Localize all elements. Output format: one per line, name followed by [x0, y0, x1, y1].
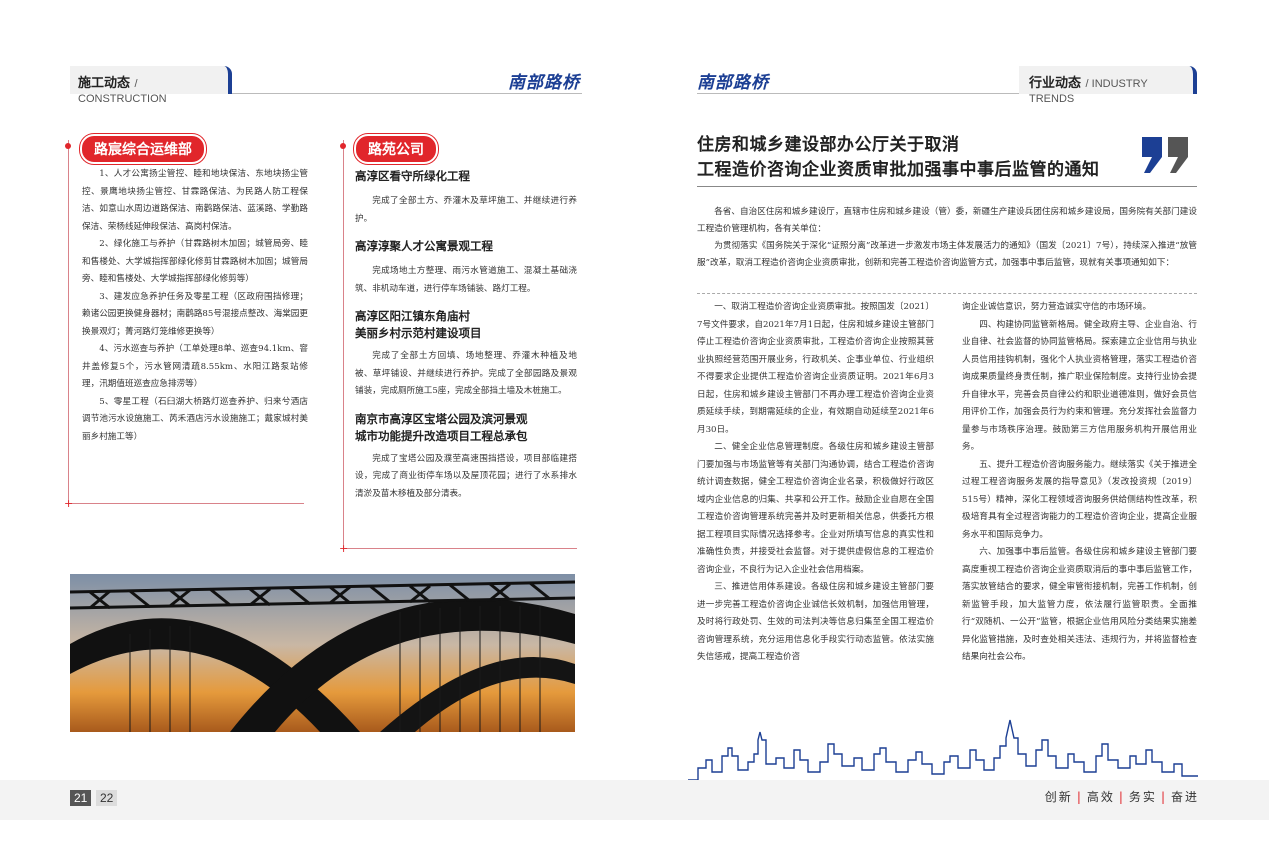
- project-item: 南京市高淳区宝塔公园及滨河景观 城市功能提升改造项目工程总承包 完成了宝塔公园及…: [355, 411, 577, 504]
- project-text: 完成了全部土方、乔灌木及草坪施工、并继续进行养护。: [355, 196, 577, 224]
- project-heading-line2: 美丽乡村示范村建设项目: [355, 326, 482, 340]
- slogan-word: 奋进: [1170, 790, 1199, 804]
- slogan-word: 务实: [1128, 790, 1157, 804]
- project-text: 完成了宝塔公园及濮茔高速围挡搭设，项目部临建搭设，完成了商业街停车场以及屋顶花园…: [355, 453, 577, 499]
- article-paragraph: 六、加强事中事后监管。各级住房和城乡建设主管部门要高度重视工程造价咨询企业资质取…: [962, 547, 1197, 662]
- intro-paragraph: 各省、自治区住房和城乡建设厅，直辖市住房和城乡建设（管）委，新疆生产建设兵团住房…: [697, 207, 1197, 234]
- article-paragraph: 询企业诚信意识，努力营造诚实守信的市场环境。: [962, 302, 1152, 312]
- col1-paragraph: 2、绿化施工与养护（甘霖路树木加固；城管局旁、睦和售楼处、大学城指挥部绿化修剪甘…: [82, 239, 308, 284]
- col1-body: 1、人才公寓扬尘管控、睦和地块保洁、东地块扬尘管控、景鹰地块扬尘管控、甘霖路保洁…: [82, 166, 308, 446]
- col1-dot: [65, 143, 71, 149]
- col2-bottom-rule: [343, 548, 577, 549]
- article-title-rule: [697, 186, 1197, 187]
- col1-bottom-rule: [68, 503, 304, 504]
- col2-plus-mark: +: [339, 542, 349, 555]
- project-text: 完成了全部土方回填、场地整理、乔灌木种植及地被、草坪铺设、并继续进行养护。完成了…: [355, 351, 577, 396]
- quote-mark-icon: [1140, 135, 1192, 175]
- right-header-rule: [697, 93, 1019, 94]
- article-title: 住房和城乡建设部办公厅关于取消 工程造价咨询企业资质审批加强事中事后监管的通知: [697, 133, 1137, 183]
- article-paragraph: 一、取消工程造价咨询企业资质审批。按照国发〔2021〕7号文件要求，自2021年…: [697, 302, 934, 435]
- project-heading: 高淳淳聚人才公寓景观工程: [355, 239, 493, 253]
- article-column-b: 询企业诚信意识，努力营造诚实守信的市场环境。 四、构建协同监管新格局。健全政府主…: [962, 299, 1197, 667]
- col1-paragraph: 3、建发应急养护任务及零星工程（区政府围挡修理；赖诸公园更换健身器材；南鹳路85…: [82, 291, 308, 337]
- article-paragraph: 四、构建协同监管新格局。健全政府主导、企业自治、行业自律、社会监督的协同监管格局…: [962, 319, 1197, 453]
- right-brand-logo: 南部路桥: [697, 73, 769, 93]
- project-text: 完成场地土方整理、雨污水管道施工、混凝土基础浇筑、非机动车道，进行停车场铺装、路…: [355, 266, 577, 294]
- page-number-right: 22: [96, 790, 118, 806]
- project-item: 高淳区看守所绿化工程 完成了全部土方、乔灌木及草坪施工、并继续进行养护。: [355, 168, 577, 228]
- article-paragraph: 二、健全企业信息管理制度。各级住房和城乡建设主管部门要加强与市场监管等有关部门沟…: [697, 442, 934, 575]
- project-item: 高淳淳聚人才公寓景观工程 完成场地土方整理、雨污水管道施工、混凝土基础浇筑、非机…: [355, 238, 577, 298]
- left-brand-logo: 南部路桥: [508, 73, 580, 93]
- col1-timeline: [68, 140, 69, 505]
- col1-paragraph: 4、污水巡查与养护（工单处理8单、巡查94.1km、窨井盖修复5个，污水管网清疏…: [82, 344, 308, 389]
- article-paragraph: 三、推进信用体系建设。各级住房和城乡建设主管部门要进一步完善工程造价咨询企业诚信…: [697, 582, 934, 662]
- col2-section-tag: 路苑公司: [354, 134, 438, 164]
- article-intro: 各省、自治区住房和城乡建设厅，直辖市住房和城乡建设（管）委，新疆生产建设兵团住房…: [697, 204, 1197, 272]
- col1-paragraph: 1、人才公寓扬尘管控、睦和地块保洁、东地块扬尘管控、景鹰地块扬尘管控、甘霖路保洁…: [82, 169, 308, 232]
- article-title-line2: 工程造价咨询企业资质审批加强事中事后监管的通知: [697, 160, 1100, 180]
- project-heading: 高淳区看守所绿化工程: [355, 169, 470, 183]
- bridge-photo: [70, 574, 575, 732]
- col1-plus-mark: +: [64, 497, 74, 510]
- project-heading: 高淳区阳江镇东角庙村: [355, 309, 470, 323]
- project-heading-line2: 城市功能提升改造项目工程总承包: [355, 428, 528, 443]
- project-item: 高淳区阳江镇东角庙村 美丽乡村示范村建设项目 完成了全部土方回填、场地整理、乔灌…: [355, 308, 577, 401]
- right-header-box: 行业动态 / INDUSTRY TRENDS: [1019, 66, 1197, 105]
- col1-paragraph: 5、零星工程（石臼湖大桥路灯巡查养护、归来兮酒店调节池污水设施施工、芮禾酒店污水…: [82, 396, 308, 442]
- article-paragraph: 五、提升工程造价咨询服务能力。继续落实《关于推进全过程工程咨询服务发展的指导意见…: [962, 459, 1197, 540]
- bridge-silhouette: [70, 574, 575, 732]
- project-heading: 南京市高淳区宝塔公园及滨河景观: [355, 411, 528, 426]
- col2-body: 高淳区看守所绿化工程 完成了全部土方、乔灌木及草坪施工、并继续进行养护。 高淳淳…: [355, 168, 577, 503]
- col1-section-tag: 路宸综合运维部: [80, 134, 206, 164]
- left-header-rule: [232, 93, 582, 94]
- city-skyline: [688, 710, 1198, 782]
- right-header-title: 行业动态: [1029, 76, 1082, 91]
- slogan: 创新 | 高效 | 务实 | 奋进: [1044, 790, 1199, 804]
- col2-timeline: [343, 140, 344, 550]
- intro-paragraph: 为贯彻落实《国务院关于深化“证照分离”改革进一步激发市场主体发展活力的通知》（国…: [697, 241, 1197, 268]
- slogan-word: 创新: [1044, 790, 1073, 804]
- col2-dot: [340, 143, 346, 149]
- page-number-left: 21: [70, 790, 92, 806]
- intro-dashed-rule: [697, 293, 1197, 294]
- article-title-line1: 住房和城乡建设部办公厅关于取消: [697, 135, 960, 155]
- article-column-a: 一、取消工程造价咨询企业资质审批。按照国发〔2021〕7号文件要求，自2021年…: [697, 299, 934, 667]
- left-header-title: 施工动态: [78, 76, 131, 91]
- left-header-box: 施工动态 / CONSTRUCTION: [70, 66, 232, 105]
- slogan-word: 高效: [1086, 790, 1115, 804]
